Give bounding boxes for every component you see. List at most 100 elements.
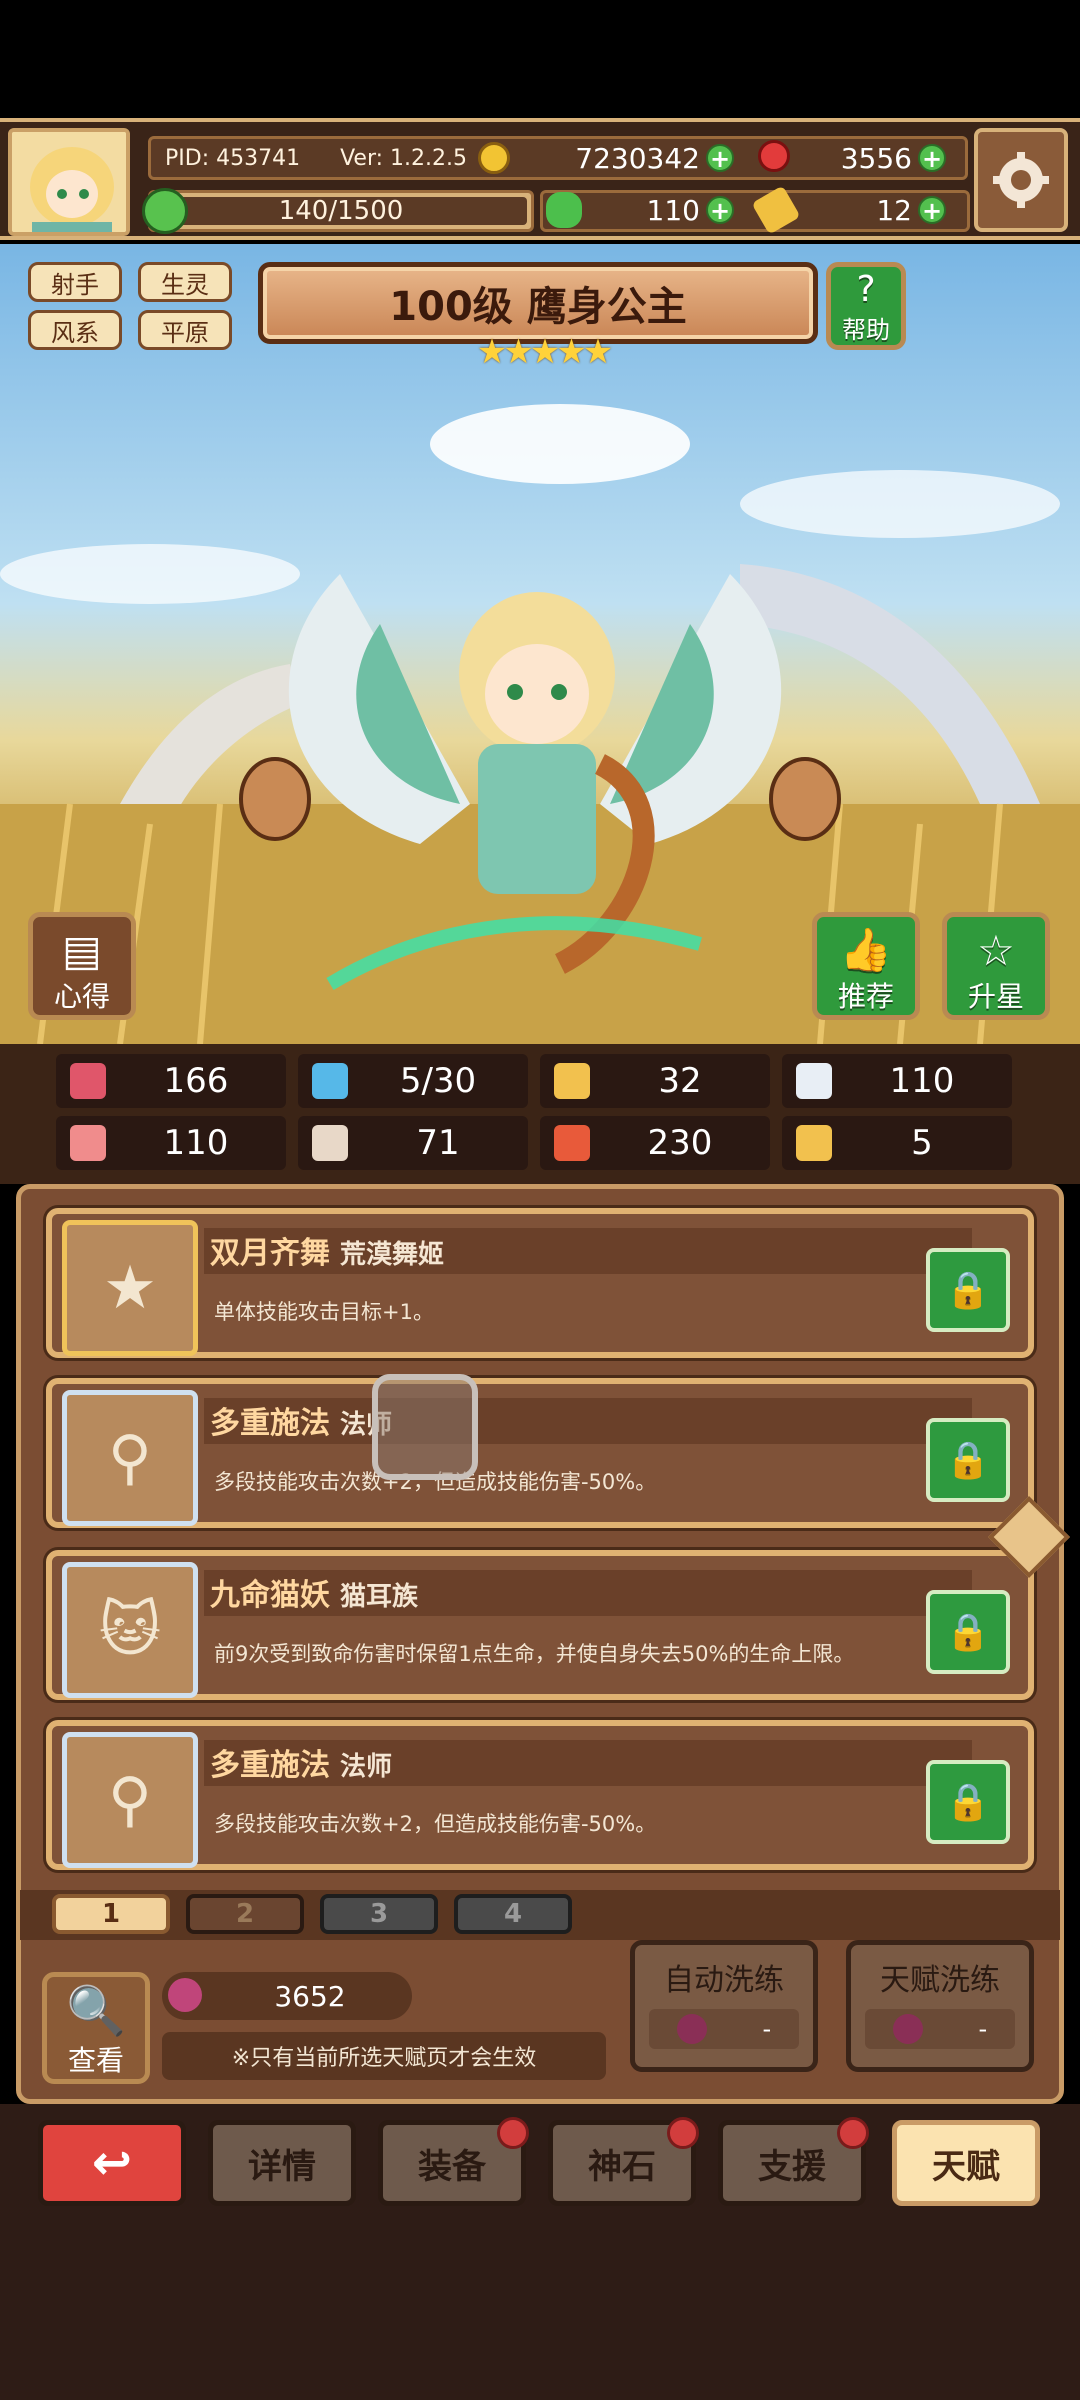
spellbook-icon xyxy=(554,1125,590,1161)
talent-refine-label: 天赋洗练 xyxy=(880,1963,1000,1998)
nav-support-button[interactable]: 支援 xyxy=(718,2117,869,2206)
pid-text: PID: 453741 xyxy=(165,145,301,171)
view-button[interactable]: 🔍 查看 xyxy=(42,1972,150,2084)
auto-refine-button[interactable]: 自动洗练 - xyxy=(630,1940,818,2072)
wing-icon xyxy=(796,1063,832,1099)
lock-icon[interactable]: 🔒 xyxy=(926,1590,1010,1674)
gold-coin-icon xyxy=(478,142,510,174)
stat-cell: 5/30 xyxy=(298,1054,528,1108)
stat-cell: 110 xyxy=(782,1054,1012,1108)
godstone-badge-dot xyxy=(667,2117,699,2149)
stat-value: 110 xyxy=(163,1123,229,1163)
lock-icon[interactable]: 🔒 xyxy=(926,1760,1010,1844)
talent-description: 单体技能攻击目标+1。 xyxy=(214,1300,434,1324)
energy-bar: 140/1500 xyxy=(148,190,534,232)
red-gem-icon xyxy=(758,140,790,172)
settings-button[interactable] xyxy=(974,128,1068,232)
talent-page-note: ※只有当前所选天赋页才会生效 xyxy=(162,2032,606,2080)
tag-archer: 射手 xyxy=(28,262,122,302)
page-tab-2[interactable]: 2 xyxy=(186,1894,304,1934)
page-tab-4[interactable]: 4 xyxy=(454,1894,572,1934)
view-label: 查看 xyxy=(67,2044,124,2077)
fist-icon xyxy=(70,1125,106,1161)
star-up-button[interactable]: ☆ 升星 xyxy=(942,912,1050,1020)
nav-support-label: 支援 xyxy=(758,2146,826,2187)
nav-talent-button[interactable]: 天赋 xyxy=(892,2120,1040,2206)
talent-source: 荒漠舞姬 xyxy=(340,1240,445,1270)
gear-icon xyxy=(993,152,1049,208)
tips-button[interactable]: ▤ 心得 xyxy=(28,912,136,1020)
question-icon: ? xyxy=(856,269,876,310)
talent-refine-button[interactable]: 天赋洗练 - xyxy=(846,1940,1034,2072)
stat-cell: 71 xyxy=(298,1116,528,1170)
stat-value: 110 xyxy=(889,1061,955,1101)
tag-plains: 平原 xyxy=(138,310,232,350)
page-tab-1[interactable]: 1 xyxy=(52,1894,170,1934)
talent-name: 九命猫妖 猫耳族 xyxy=(210,1578,419,1613)
auto-refine-cost: - xyxy=(762,2015,772,2043)
talent-card[interactable]: ★ 双月齐舞 荒漠舞姬单体技能攻击目标+1。 🔒 xyxy=(46,1208,1034,1358)
add-clover-icon[interactable]: + xyxy=(706,196,734,224)
fruit-icon xyxy=(168,1978,202,2012)
stat-cell: 5 xyxy=(782,1116,1012,1170)
heart-icon xyxy=(70,1063,106,1099)
stat-value: 32 xyxy=(658,1061,702,1101)
talent-name: 双月齐舞 荒漠舞姬 xyxy=(210,1236,445,1271)
lock-icon[interactable]: 🔒 xyxy=(926,1418,1010,1502)
talent-refine-fruit-icon xyxy=(892,2014,923,2044)
help-label: 帮助 xyxy=(842,316,890,344)
scroll-icon: ▤ xyxy=(62,926,102,975)
auto-refine-label: 自动洗练 xyxy=(664,1963,784,1998)
book-icon xyxy=(312,1125,348,1161)
auto-refine-fruit-icon xyxy=(676,2014,707,2044)
shield-icon xyxy=(554,1063,590,1099)
recommend-button[interactable]: 👍 推荐 xyxy=(812,912,920,1020)
stat-value: 166 xyxy=(163,1061,229,1101)
talent-card[interactable]: ⚲ 多重施法 法师多段技能攻击次数+2，但造成技能伤害-50%。 🔒 xyxy=(46,1720,1034,1870)
tag-creature: 生灵 xyxy=(138,262,232,302)
staff-icon: ⚲ xyxy=(62,1732,198,1868)
nav-details-button[interactable]: 详情 xyxy=(208,2120,356,2206)
gem-amount: 3556 xyxy=(840,142,912,175)
add-gold-icon[interactable]: + xyxy=(706,144,734,172)
talent-source: 猫耳族 xyxy=(340,1582,419,1612)
clover-icon xyxy=(546,192,582,228)
horseshoe-icon xyxy=(796,1125,832,1161)
energy-leaf-icon xyxy=(142,188,188,234)
stat-cell: 230 xyxy=(540,1116,770,1170)
magnifier-icon: 🔍 xyxy=(66,1983,126,2039)
talent-card[interactable]: ⚲ 多重施法 法师 多段技能攻击次数+2，但造成技能伤害-50%。 🔒 xyxy=(46,1378,1034,1528)
hero-star-rating: ★★★★★ xyxy=(476,332,613,372)
back-button[interactable]: ↩ xyxy=(38,2120,186,2206)
add-gem-icon[interactable]: + xyxy=(918,144,946,172)
equipment-badge-dot xyxy=(497,2117,529,2149)
floating-assist-icon[interactable] xyxy=(372,1374,478,1480)
talent-name: 多重施法 法师 xyxy=(210,1748,393,1783)
thumbs-up-icon: 👍 xyxy=(839,925,893,974)
talent-card[interactable]: 🐱 九命猫妖 猫耳族 前9次受到致命伤害时保留1点生命，并使自身失去50%的生命上限。… xyxy=(46,1550,1034,1700)
star-up-label: 升星 xyxy=(967,980,1024,1013)
stat-cell: 166 xyxy=(56,1054,286,1108)
tag-wind: 风系 xyxy=(28,310,122,350)
gold-amount: 7230342 xyxy=(575,142,700,175)
talent-refine-cost: - xyxy=(978,2015,988,2043)
version-text: Ver: 1.2.2.5 xyxy=(340,145,468,171)
add-key-icon[interactable]: + xyxy=(918,196,946,224)
recommend-label: 推荐 xyxy=(837,980,894,1013)
help-button[interactable]: ? 帮助 xyxy=(826,262,906,350)
star-icon: ★ xyxy=(62,1220,198,1356)
staff-icon: ⚲ xyxy=(62,1390,198,1526)
support-badge-dot xyxy=(837,2117,869,2149)
page-tab-3[interactable]: 3 xyxy=(320,1894,438,1934)
nav-godstone-label: 神石 xyxy=(588,2146,656,2187)
fruit-count: 3652 xyxy=(274,1980,346,2013)
talent-description: 前9次受到致命伤害时保留1点生命，并使自身失去50%的生命上限。 xyxy=(214,1642,855,1666)
stat-cell: 110 xyxy=(56,1116,286,1170)
nav-equipment-button[interactable]: 装备 xyxy=(378,2117,529,2206)
lock-icon[interactable]: 🔒 xyxy=(926,1248,1010,1332)
talent-description: 多段技能攻击次数+2，但造成技能伤害-50%。 xyxy=(214,1812,657,1836)
nav-godstone-button[interactable]: 神石 xyxy=(548,2117,699,2206)
energy-text: 140/1500 xyxy=(155,196,527,226)
player-avatar[interactable] xyxy=(8,128,130,236)
key-amount: 12 xyxy=(876,194,912,227)
